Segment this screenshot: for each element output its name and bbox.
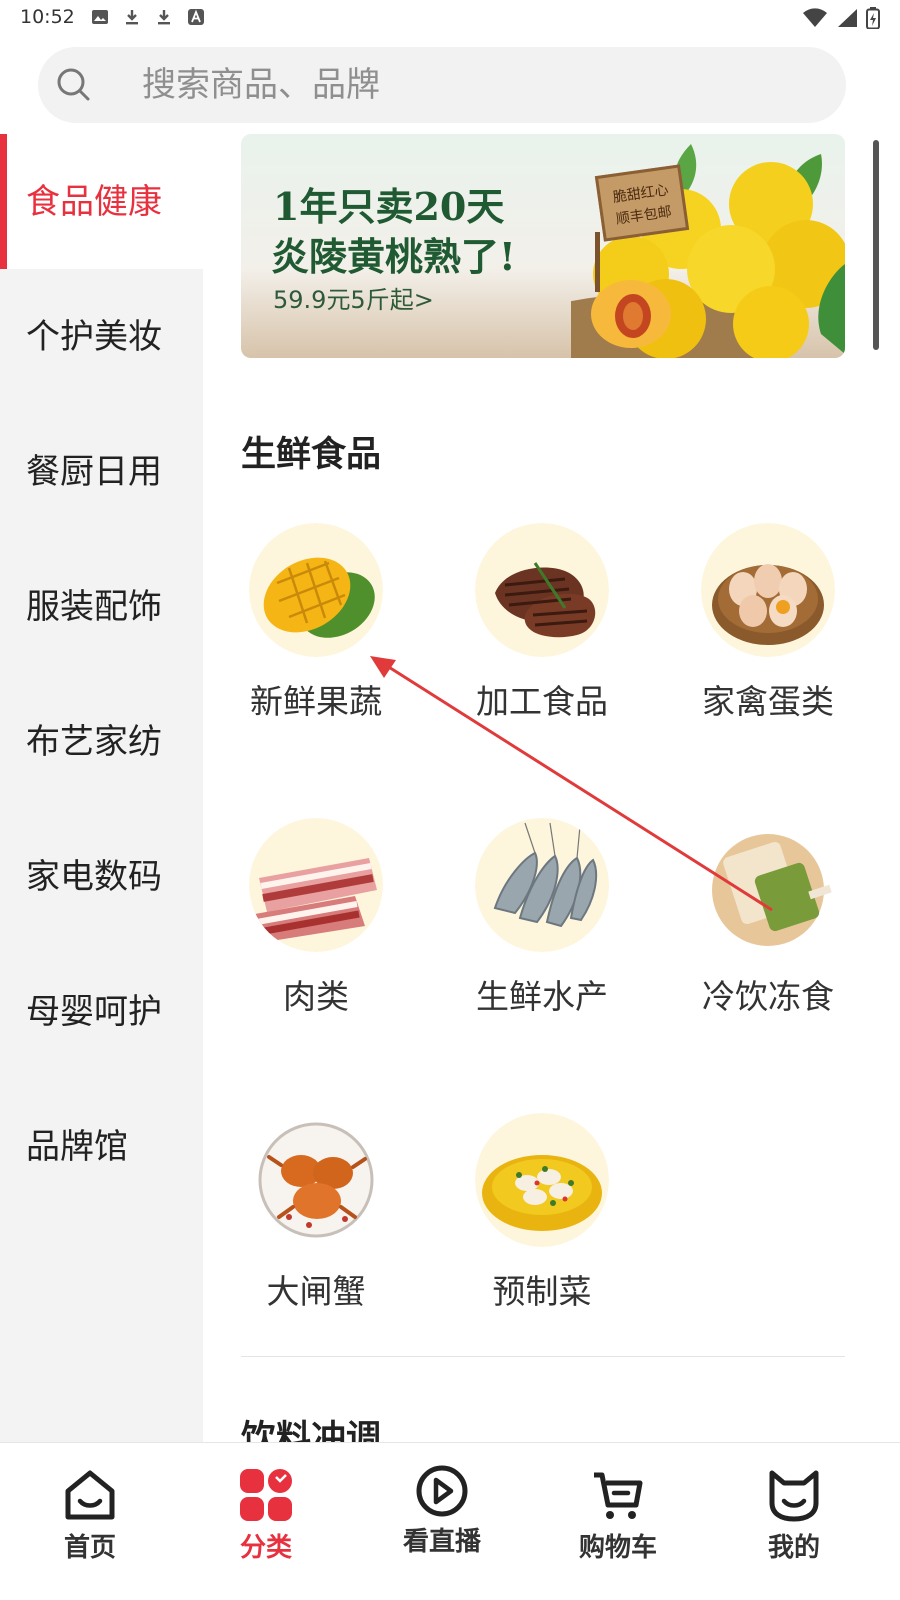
banner-headline: 1年只卖20天: [273, 184, 505, 229]
category-name: 预制菜: [492, 1272, 592, 1311]
image-icon: [90, 8, 110, 28]
prepared-dish-icon: [475, 1113, 609, 1247]
home-icon: [60, 1465, 120, 1525]
sidebar-item-brands[interactable]: 品牌馆: [0, 1079, 203, 1214]
ice-pop-icon: [701, 818, 835, 952]
promo-banner[interactable]: 1年只卖20天 炎陵黄桃熟了! 59.9元5斤起> 脆甜红心 顺丰包邮: [241, 134, 845, 358]
category-sidebar: 食品健康 个护美妆 餐厨日用 服装配饰 布艺家纺 家电数码 母婴呵护 品牌馆: [0, 134, 203, 1442]
category-prepared-dishes[interactable]: 预制菜: [442, 1113, 642, 1333]
sidebar-item-label: 布艺家纺: [26, 722, 162, 762]
category-seafood[interactable]: 生鲜水产: [442, 818, 642, 1038]
nav-category[interactable]: 分类: [178, 1443, 354, 1600]
shrimp-icon: [475, 818, 609, 952]
download-icon: [154, 8, 174, 28]
sidebar-item-electronics[interactable]: 家电数码: [0, 809, 203, 944]
battery-icon: [866, 7, 880, 33]
scrollbar[interactable]: [873, 140, 879, 350]
section-divider: [241, 1356, 845, 1357]
nav-live[interactable]: 看直播: [354, 1443, 530, 1600]
nav-profile[interactable]: 我的: [706, 1443, 882, 1600]
sidebar-item-label: 家电数码: [26, 857, 162, 897]
banner-subheadline: 炎陵黄桃熟了!: [271, 234, 516, 279]
sidebar-item-baby-care[interactable]: 母婴呵护: [0, 944, 203, 1079]
sidebar-item-label: 餐厨日用: [26, 452, 162, 492]
pork-belly-icon: [249, 818, 383, 952]
peaches-image: [571, 144, 845, 358]
font-icon: [186, 8, 206, 28]
category-meat[interactable]: 肉类: [216, 818, 416, 1038]
sidebar-item-label: 食品健康: [26, 182, 162, 222]
sidebar-item-label: 品牌馆: [26, 1127, 128, 1167]
category-frozen-drinks[interactable]: 冷饮冻食: [668, 818, 868, 1038]
category-processed-food[interactable]: 加工食品: [442, 523, 642, 743]
category-name: 肉类: [283, 977, 349, 1016]
sidebar-item-label: 个护美妆: [26, 317, 162, 357]
status-time: 10:52: [20, 6, 75, 28]
crab-icon: [249, 1113, 383, 1247]
category-name: 生鲜水产: [476, 977, 608, 1016]
sidebar-item-kitchen[interactable]: 餐厨日用: [0, 404, 203, 539]
search-input[interactable]: 搜索商品、品牌: [38, 47, 846, 123]
category-poultry-eggs[interactable]: 家禽蛋类: [668, 523, 868, 743]
category-name: 新鲜果蔬: [250, 682, 382, 721]
category-icon: [236, 1465, 296, 1525]
live-play-icon: [412, 1465, 472, 1525]
mango-icon: [249, 523, 383, 657]
category-name: 大闸蟹: [266, 1272, 366, 1311]
sidebar-item-label: 母婴呵护: [26, 992, 162, 1032]
banner-sign: 脆甜红心 顺丰包邮: [594, 164, 690, 242]
sidebar-item-food-health[interactable]: 食品健康: [0, 134, 203, 269]
category-name: 家禽蛋类: [702, 682, 834, 721]
bottom-nav: 首页 分类 看直播 购物车 我的: [0, 1442, 900, 1600]
nav-label: 购物车: [578, 1533, 657, 1563]
nav-label: 看直播: [402, 1527, 481, 1557]
wifi-icon: [802, 8, 828, 32]
sidebar-item-textiles[interactable]: 布艺家纺: [0, 674, 203, 809]
category-hairy-crab[interactable]: 大闸蟹: [216, 1113, 416, 1333]
nav-label: 首页: [63, 1533, 116, 1563]
cart-icon: [588, 1465, 648, 1525]
nav-home[interactable]: 首页: [2, 1443, 178, 1600]
active-indicator: [0, 134, 7, 269]
nav-label: 我的: [767, 1533, 820, 1563]
download-icon: [122, 8, 142, 28]
nav-cart[interactable]: 购物车: [530, 1443, 706, 1600]
profile-cat-icon: [764, 1465, 824, 1525]
sidebar-item-personal-care[interactable]: 个护美妆: [0, 269, 203, 404]
steak-icon: [475, 523, 609, 657]
category-name: 冷饮冻食: [702, 977, 834, 1016]
sidebar-item-label: 服装配饰: [26, 587, 162, 627]
sidebar-item-apparel[interactable]: 服装配饰: [0, 539, 203, 674]
section-title: 生鲜食品: [241, 435, 382, 475]
signal-icon: [836, 8, 858, 32]
nav-label: 分类: [239, 1533, 292, 1563]
category-fresh-produce[interactable]: 新鲜果蔬: [216, 523, 416, 743]
status-bar: 10:52: [0, 0, 900, 36]
eggs-icon: [701, 523, 835, 657]
banner-price: 59.9元5斤起>: [273, 286, 434, 314]
search-placeholder: 搜索商品、品牌: [142, 65, 380, 105]
search-icon: [56, 67, 92, 103]
category-name: 加工食品: [476, 682, 608, 721]
